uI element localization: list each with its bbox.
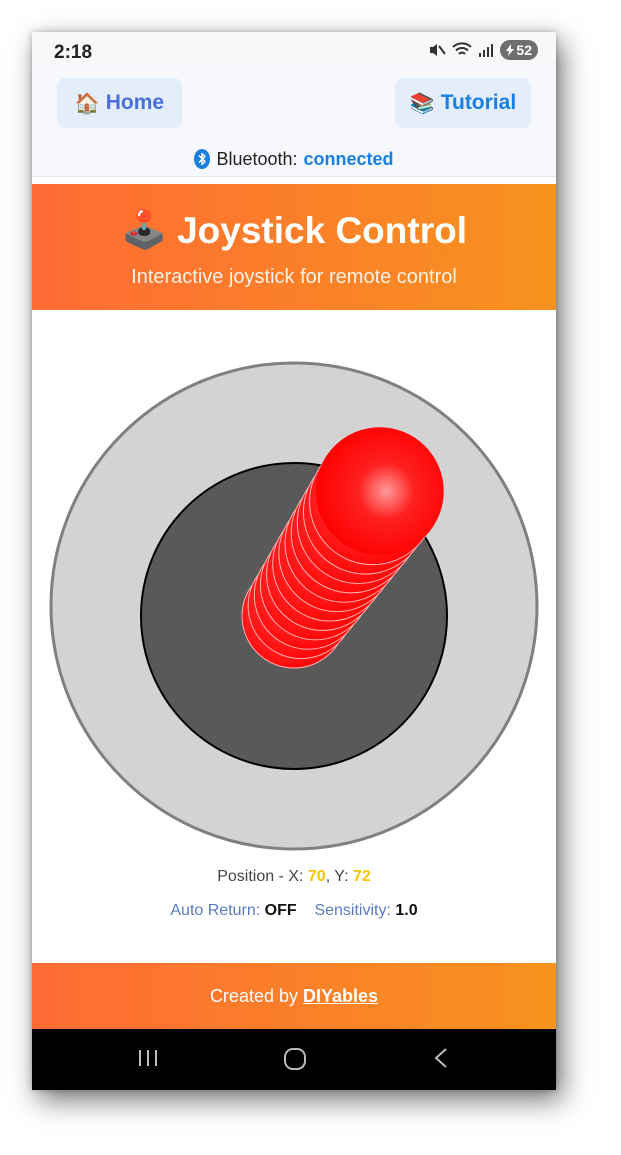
joystick-area [32, 310, 556, 870]
diyables-link[interactable]: DIYables [303, 986, 378, 1007]
joystick-canvas[interactable] [32, 310, 556, 870]
sensitivity-value: 1.0 [395, 902, 418, 919]
back-button[interactable] [433, 1047, 449, 1069]
battery-badge: 52 [500, 40, 538, 60]
house-icon: 🏠 [74, 92, 100, 115]
home-button-label: Home [105, 91, 165, 114]
tutorial-button[interactable]: 📚 Tutorial [395, 78, 531, 128]
position-y-value: 72 [353, 868, 371, 885]
top-nav: 🏠 Home 📚 Tutorial Bluetooth: connected [32, 68, 556, 177]
system-nav-bar [32, 1029, 556, 1090]
home-nav-button[interactable] [283, 1047, 307, 1071]
bluetooth-status: Bluetooth: connected [32, 142, 556, 176]
status-icons: 52 [428, 40, 538, 60]
position-x-label: Position - X: [217, 868, 304, 885]
charging-icon [506, 44, 515, 56]
bluetooth-state: connected [303, 148, 394, 169]
sensitivity-label: Sensitivity: [314, 902, 391, 919]
recent-apps-button[interactable] [137, 1047, 159, 1069]
settings-readout: Auto Return: OFF Sensitivity: 1.0 [32, 902, 556, 920]
joystick-knob[interactable] [315, 427, 444, 556]
position-readout: Position - X: 70, Y: 72 [32, 868, 556, 886]
position-x-value: 70 [307, 868, 326, 885]
page-footer: Created by DIYables [32, 963, 556, 1029]
auto-return-label: Auto Return: [170, 902, 261, 919]
battery-level: 52 [516, 42, 532, 58]
home-button[interactable]: 🏠 Home [57, 78, 182, 128]
status-bar: 2:18 52 [32, 32, 556, 68]
tutorial-button-label: Tutorial [440, 91, 517, 114]
auto-return-value: OFF [264, 902, 297, 919]
books-icon: 📚 [409, 92, 435, 115]
page-title-text: Joystick Control [177, 209, 467, 251]
bluetooth-label: Bluetooth: [216, 148, 298, 169]
wifi-icon [452, 42, 473, 55]
phone-screen: 2:18 52 🏠 Home 📚 Tutorial Bluetooth: con… [32, 32, 556, 1090]
footer-prefix: Created by [209, 985, 298, 1006]
position-y-label: , Y: [325, 868, 349, 885]
page-header: 🕹️ Joystick Control Interactive joystick… [32, 184, 556, 310]
bluetooth-icon [194, 149, 211, 169]
signal-icon [479, 44, 494, 57]
joystick-icon: 🕹️ [121, 209, 168, 250]
status-time: 2:18 [54, 42, 93, 63]
mute-icon [430, 44, 447, 56]
page-subtitle: Interactive joystick for remote control [131, 266, 457, 288]
page-title: 🕹️ Joystick Control [32, 209, 556, 252]
